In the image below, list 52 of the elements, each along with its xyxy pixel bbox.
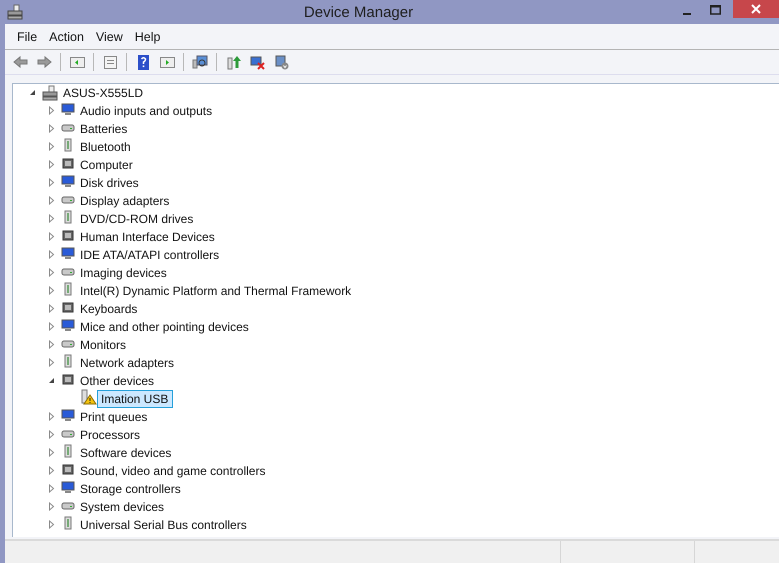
- computer-icon: [41, 85, 59, 101]
- maximize-icon: [710, 5, 720, 15]
- disable-device-icon: [272, 54, 290, 70]
- tree-item[interactable]: Network adapters: [76, 354, 180, 372]
- close-button[interactable]: [733, 0, 779, 18]
- scan-hardware-icon: [192, 54, 208, 70]
- tree-item[interactable]: Processors: [76, 426, 146, 444]
- expanded-caret-icon[interactable]: [48, 376, 54, 385]
- expanded-caret-icon[interactable]: [28, 88, 36, 97]
- device-icon: [60, 316, 76, 332]
- menu-item[interactable]: Action: [43, 30, 90, 44]
- uninstall-icon: [248, 54, 266, 70]
- menu-item[interactable]: Help: [128, 30, 166, 44]
- menu-item[interactable]: File: [11, 30, 44, 44]
- device-icon: [60, 406, 76, 422]
- tree-item[interactable]: Software devices: [76, 444, 176, 462]
- forward-arrow-icon: [36, 54, 52, 70]
- device-icon: [60, 100, 76, 116]
- tree-item[interactable]: Bluetooth: [76, 138, 136, 156]
- minimize-icon: [683, 13, 691, 15]
- close-icon: [751, 4, 761, 14]
- tree-item[interactable]: System devices: [76, 498, 170, 516]
- tree-item[interactable]: DVD/CD-ROM drives: [76, 210, 198, 228]
- tree-item[interactable]: Audio inputs and outputs: [76, 102, 218, 120]
- tree-item[interactable]: ASUS-X555LD: [59, 84, 148, 102]
- tree-item[interactable]: Print queues: [76, 408, 152, 426]
- tree-item[interactable]: Computer: [76, 156, 138, 174]
- tree-item[interactable]: Monitors: [76, 336, 132, 354]
- back-arrow-icon: [12, 54, 28, 70]
- tree-item[interactable]: Imaging devices: [76, 264, 172, 282]
- tree-item[interactable]: Other devices: [76, 372, 160, 390]
- menu-item[interactable]: View: [90, 30, 129, 44]
- device-icon: [60, 478, 76, 494]
- tree-item[interactable]: Human Interface Devices: [76, 228, 220, 246]
- window-title: Device Manager: [304, 4, 414, 20]
- tree-item[interactable]: Storage controllers: [76, 480, 186, 498]
- tree-item[interactable]: IDE ATA/ATAPI controllers: [76, 246, 224, 264]
- app-icon: [6, 4, 24, 20]
- tree-item[interactable]: Batteries: [76, 120, 132, 138]
- properties-icon: [102, 54, 118, 70]
- device-icon: [60, 244, 76, 260]
- tree-item[interactable]: Keyboards: [76, 300, 142, 318]
- tree-item[interactable]: Sound, video and game controllers: [76, 462, 270, 480]
- tree-item[interactable]: Mice and other pointing devices: [76, 318, 254, 336]
- tree-item[interactable]: Imation USB: [97, 390, 174, 408]
- tree-item[interactable]: Display adapters: [76, 192, 174, 210]
- tree-item[interactable]: Disk drives: [76, 174, 144, 192]
- tree-item[interactable]: Intel(R) Dynamic Platform and Thermal Framework: [76, 282, 356, 300]
- tree-item[interactable]: Universal Serial Bus controllers: [76, 516, 252, 534]
- device-icon: [60, 172, 76, 188]
- warning-device-icon: [79, 388, 97, 404]
- update-driver-icon: [224, 54, 242, 70]
